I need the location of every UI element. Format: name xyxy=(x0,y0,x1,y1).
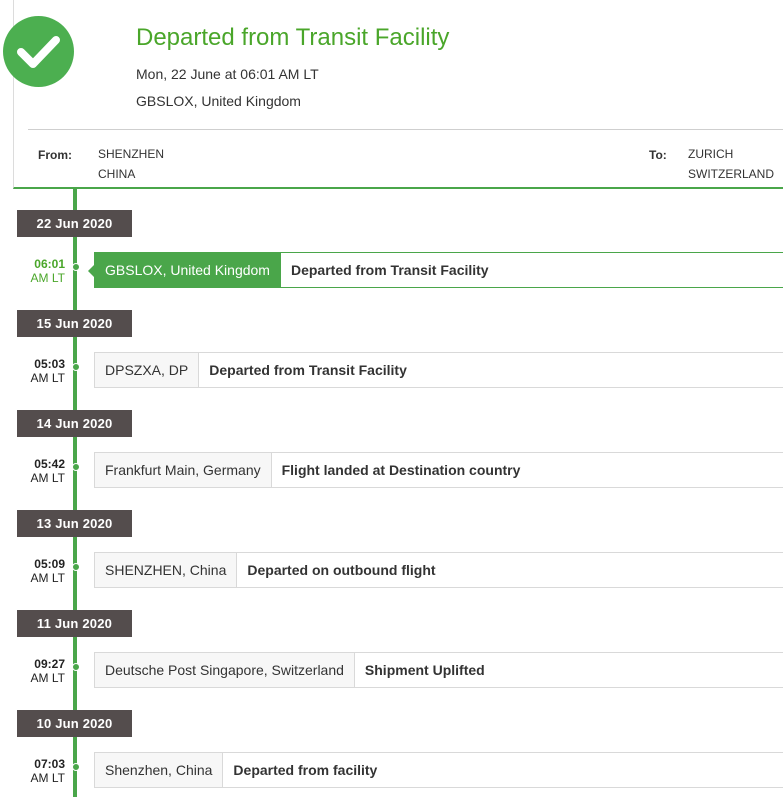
event-row[interactable]: Shenzhen, China Departed from facility xyxy=(94,752,783,788)
event-time-ampm: AM LT xyxy=(30,571,65,585)
event-time-ampm: AM LT xyxy=(30,671,65,685)
from-value: SHENZHEN CHINA xyxy=(98,144,164,184)
event-description: Departed from facility xyxy=(233,762,378,778)
check-circle-icon xyxy=(3,16,74,87)
date-tag: 14 Jun 2020 xyxy=(17,410,132,437)
event-location: Deutsche Post Singapore, Switzerland xyxy=(95,653,355,687)
event-time: 07:03 AM LT xyxy=(20,757,65,785)
event-row[interactable]: Deutsche Post Singapore, Switzerland Ship… xyxy=(94,652,783,688)
event-time-hm: 06:01 xyxy=(34,257,65,271)
event-description: Departed on outbound flight xyxy=(247,562,436,578)
timeline-line xyxy=(73,189,77,797)
to-label: To: xyxy=(649,148,667,162)
event-time: 09:27 AM LT xyxy=(20,657,65,685)
event-time-ampm: AM LT xyxy=(30,471,65,485)
event-time: 06:01 AM LT xyxy=(20,257,65,285)
timeline-dot xyxy=(72,463,80,471)
timeline-dot xyxy=(72,663,80,671)
date-tag: 10 Jun 2020 xyxy=(17,710,132,737)
event-row[interactable]: SHENZHEN, China Departed on outbound flig… xyxy=(94,552,783,588)
timeline-dot xyxy=(72,263,80,271)
event-time-hm: 05:09 xyxy=(34,557,65,571)
timeline-dot xyxy=(72,763,80,771)
event-time-hm: 07:03 xyxy=(34,757,65,771)
date-tag: 22 Jun 2020 xyxy=(17,210,132,237)
event-location: Shenzhen, China xyxy=(95,753,224,787)
event-location: DPSZXA, DP xyxy=(95,353,200,387)
from-label: From: xyxy=(38,148,72,162)
divider xyxy=(28,129,783,130)
event-time-hm: 05:42 xyxy=(34,457,65,471)
event-location: Frankfurt Main, Germany xyxy=(95,453,272,487)
event-time-ampm: AM LT xyxy=(30,771,65,785)
date-tag: 13 Jun 2020 xyxy=(17,510,132,537)
event-description: Departed from Transit Facility xyxy=(290,262,489,278)
status-date: Mon, 22 June at 06:01 AM LT xyxy=(136,66,319,82)
to-value: ZURICH SWITZERLAND xyxy=(688,144,774,184)
to-country: SWITZERLAND xyxy=(688,167,775,181)
event-time: 05:42 AM LT xyxy=(20,457,65,485)
event-time-hm: 05:03 xyxy=(34,357,65,371)
from-city: SHENZHEN xyxy=(98,147,165,161)
event-row[interactable]: DPSZXA, DP Departed from Transit Facility xyxy=(94,352,783,388)
to-city: ZURICH xyxy=(688,147,734,161)
event-location: GBSLOX, United Kingdom xyxy=(95,253,281,287)
status-title: Departed from Transit Facility xyxy=(136,24,450,51)
event-row[interactable]: Frankfurt Main, Germany Flight landed at … xyxy=(94,452,783,488)
timeline-dot xyxy=(72,563,80,571)
event-time: 05:03 AM LT xyxy=(20,357,65,385)
event-description: Shipment Uplifted xyxy=(364,662,485,678)
event-location: SHENZHEN, China xyxy=(95,553,238,587)
date-tag: 11 Jun 2020 xyxy=(17,610,132,637)
event-time-hm: 09:27 xyxy=(34,657,65,671)
event-description: Departed from Transit Facility xyxy=(209,362,407,378)
status-location: GBSLOX, United Kingdom xyxy=(136,93,301,109)
date-tag: 15 Jun 2020 xyxy=(17,310,132,337)
timeline-dot xyxy=(72,363,80,371)
event-row[interactable]: GBSLOX, United Kingdom Departed from Tran… xyxy=(88,252,783,288)
event-time-ampm: AM LT xyxy=(30,371,65,385)
from-country: CHINA xyxy=(98,167,136,181)
event-time-ampm: AM LT xyxy=(30,271,65,285)
event-time: 05:09 AM LT xyxy=(20,557,65,585)
event-description: Flight landed at Destination country xyxy=(281,462,521,478)
